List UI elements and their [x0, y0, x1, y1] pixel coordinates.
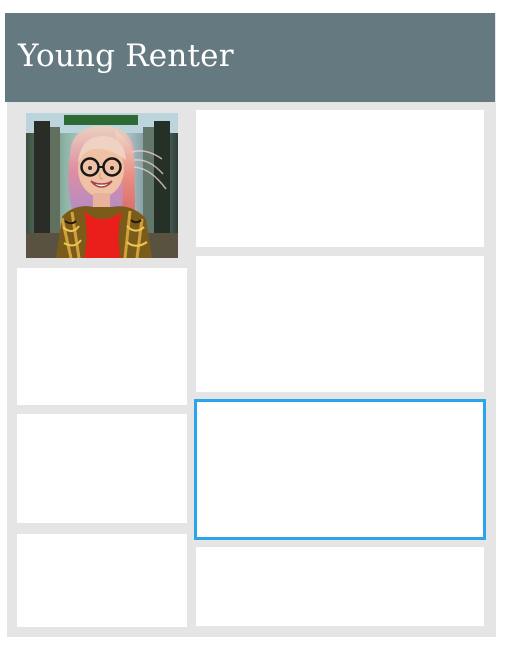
- profile-photo[interactable]: [26, 113, 178, 258]
- person-photo-icon: [26, 113, 178, 258]
- left-card-2[interactable]: [17, 414, 187, 523]
- page-title: Young Renter: [18, 38, 234, 74]
- right-card-4[interactable]: [196, 547, 484, 626]
- page-header: Young Renter: [5, 13, 495, 102]
- right-card-1[interactable]: [196, 110, 484, 247]
- right-card-3-selected[interactable]: [194, 399, 486, 540]
- right-card-2[interactable]: [196, 256, 484, 392]
- left-card-1[interactable]: [17, 268, 187, 405]
- left-card-3[interactable]: [17, 534, 187, 627]
